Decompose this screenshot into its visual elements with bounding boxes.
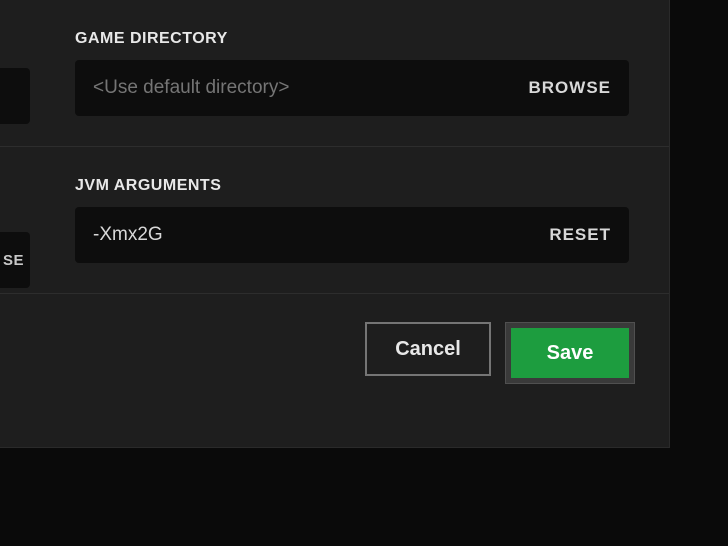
- save-button-highlight: Save: [505, 322, 635, 384]
- save-button[interactable]: Save: [511, 328, 629, 378]
- jvm-arguments-row: RESET: [75, 207, 629, 263]
- game-directory-label: GAME DIRECTORY: [75, 30, 629, 48]
- jvm-arguments-input[interactable]: [93, 224, 549, 246]
- dialog-buttons: Cancel Save: [0, 294, 669, 384]
- game-directory-section: GAME DIRECTORY BROWSE: [0, 0, 669, 147]
- cancel-button[interactable]: Cancel: [365, 322, 491, 376]
- partial-input-stub: [0, 68, 30, 124]
- jvm-arguments-label: JVM ARGUMENTS: [75, 177, 629, 195]
- jvm-arguments-section: JVM ARGUMENTS RESET: [0, 147, 669, 294]
- reset-button[interactable]: RESET: [549, 225, 611, 245]
- browse-button[interactable]: BROWSE: [529, 78, 612, 98]
- settings-dialog: SE GAME DIRECTORY BROWSE JVM ARGUMENTS R…: [0, 0, 670, 448]
- game-directory-input[interactable]: [93, 77, 529, 99]
- partial-button-stub: SE: [0, 232, 30, 288]
- game-directory-row: BROWSE: [75, 60, 629, 116]
